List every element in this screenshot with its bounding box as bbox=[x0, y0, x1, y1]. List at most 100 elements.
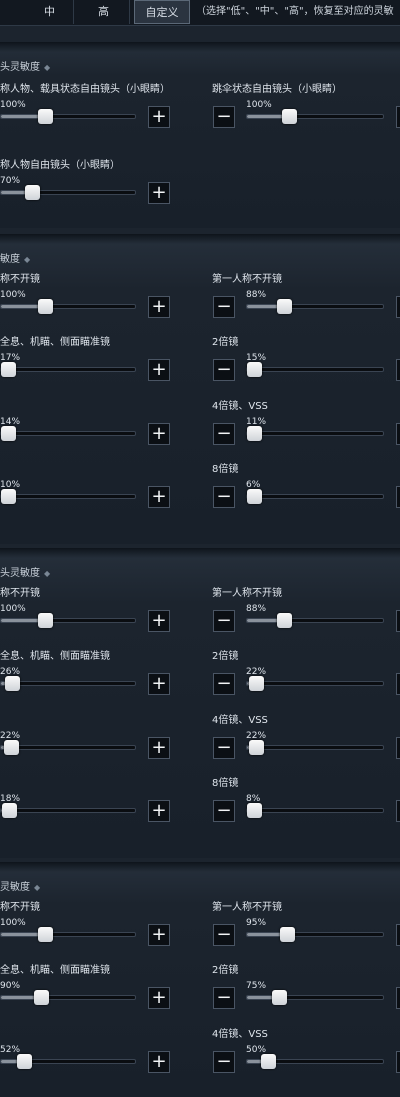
slider-handle[interactable] bbox=[282, 109, 297, 124]
decrease-button[interactable]: − bbox=[213, 673, 235, 695]
decrease-button[interactable]: − bbox=[213, 800, 235, 822]
decrease-button[interactable]: − bbox=[213, 359, 235, 381]
setting-label: 跳伞状态自由镜头（小眼睛） bbox=[212, 84, 342, 95]
slider-handle[interactable] bbox=[277, 613, 292, 628]
sensitivity-slider[interactable] bbox=[0, 109, 136, 124]
sensitivity-slider[interactable] bbox=[246, 489, 384, 504]
setting-label: 全息、机瞄、侧面瞄准镜 bbox=[0, 965, 110, 976]
slider-handle[interactable] bbox=[2, 803, 17, 818]
info-dot-icon: ◆ bbox=[34, 883, 41, 892]
sensitivity-slider[interactable] bbox=[246, 109, 384, 124]
slider-handle[interactable] bbox=[38, 927, 53, 942]
decrease-button[interactable]: − bbox=[213, 610, 235, 632]
sensitivity-slider[interactable] bbox=[0, 927, 136, 942]
decrease-button[interactable]: − bbox=[213, 106, 235, 128]
increase-button-edge[interactable] bbox=[396, 296, 400, 318]
decrease-button[interactable]: − bbox=[213, 987, 235, 1009]
top-tab-bar: 中 高 自定义 （选择"低"、"中"、"高"，恢复至对应的灵敏 bbox=[0, 0, 400, 26]
tab-custom[interactable]: 自定义 bbox=[134, 0, 190, 24]
section-title: 灵敏度 ◆ bbox=[0, 878, 40, 893]
increase-button[interactable]: + bbox=[148, 106, 170, 128]
setting-label: 称人物、载具状态自由镜头（小眼睛） bbox=[0, 84, 170, 95]
increase-button-edge[interactable] bbox=[396, 610, 400, 632]
slider-handle[interactable] bbox=[247, 803, 262, 818]
slider-handle[interactable] bbox=[38, 109, 53, 124]
slider-handle[interactable] bbox=[34, 990, 49, 1005]
increase-button-edge[interactable] bbox=[396, 673, 400, 695]
sensitivity-slider[interactable] bbox=[246, 362, 384, 377]
slider-handle[interactable] bbox=[1, 426, 16, 441]
increase-button-edge[interactable] bbox=[396, 106, 400, 128]
slider-handle[interactable] bbox=[247, 362, 262, 377]
sensitivity-slider[interactable] bbox=[246, 927, 384, 942]
info-dot-icon: ◆ bbox=[24, 255, 31, 264]
sensitivity-slider[interactable] bbox=[0, 1054, 136, 1069]
decrease-button[interactable]: − bbox=[213, 924, 235, 946]
decrease-button[interactable]: − bbox=[213, 423, 235, 445]
sensitivity-slider[interactable] bbox=[246, 426, 384, 441]
increase-button[interactable]: + bbox=[148, 1051, 170, 1073]
increase-button[interactable]: + bbox=[148, 296, 170, 318]
decrease-button[interactable]: − bbox=[213, 737, 235, 759]
tab-mid[interactable]: 中 bbox=[26, 0, 74, 24]
sensitivity-slider[interactable] bbox=[0, 740, 136, 755]
section-title: 头灵敏度 ◆ bbox=[0, 58, 50, 73]
slider-handle[interactable] bbox=[249, 676, 264, 691]
slider-handle[interactable] bbox=[17, 1054, 32, 1069]
slider-handle[interactable] bbox=[277, 299, 292, 314]
sensitivity-slider[interactable] bbox=[246, 613, 384, 628]
increase-button[interactable]: + bbox=[148, 486, 170, 508]
tab-high[interactable]: 高 bbox=[78, 0, 130, 24]
increase-button[interactable]: + bbox=[148, 610, 170, 632]
decrease-button[interactable]: − bbox=[213, 486, 235, 508]
sensitivity-slider[interactable] bbox=[0, 990, 136, 1005]
sensitivity-slider[interactable] bbox=[0, 185, 136, 200]
sensitivity-slider[interactable] bbox=[0, 676, 136, 691]
slider-handle[interactable] bbox=[247, 426, 262, 441]
sensitivity-slider[interactable] bbox=[0, 426, 136, 441]
slider-handle[interactable] bbox=[261, 1054, 276, 1069]
sensitivity-slider[interactable] bbox=[0, 362, 136, 377]
increase-button-edge[interactable] bbox=[396, 737, 400, 759]
slider-handle[interactable] bbox=[1, 489, 16, 504]
increase-button[interactable]: + bbox=[148, 182, 170, 204]
slider-handle[interactable] bbox=[280, 927, 295, 942]
slider-handle[interactable] bbox=[38, 299, 53, 314]
decrease-button[interactable]: − bbox=[213, 1051, 235, 1073]
slider-handle[interactable] bbox=[272, 990, 287, 1005]
increase-button-edge[interactable] bbox=[396, 486, 400, 508]
sensitivity-slider[interactable] bbox=[246, 299, 384, 314]
sensitivity-slider[interactable] bbox=[246, 990, 384, 1005]
decrease-button[interactable]: − bbox=[213, 296, 235, 318]
increase-button-edge[interactable] bbox=[396, 423, 400, 445]
increase-button[interactable]: + bbox=[148, 924, 170, 946]
section-title-text: 敏度 bbox=[0, 254, 20, 265]
increase-button[interactable]: + bbox=[148, 359, 170, 381]
sensitivity-slider[interactable] bbox=[0, 299, 136, 314]
sensitivity-slider[interactable] bbox=[0, 489, 136, 504]
setting-value: 100% bbox=[0, 604, 26, 614]
sensitivity-slider[interactable] bbox=[246, 1054, 384, 1069]
slider-handle[interactable] bbox=[5, 676, 20, 691]
sensitivity-slider[interactable] bbox=[0, 803, 136, 818]
increase-button-edge[interactable] bbox=[396, 359, 400, 381]
sensitivity-slider[interactable] bbox=[0, 613, 136, 628]
increase-button-edge[interactable] bbox=[396, 924, 400, 946]
slider-handle[interactable] bbox=[249, 740, 264, 755]
slider-handle[interactable] bbox=[4, 740, 19, 755]
increase-button-edge[interactable] bbox=[396, 800, 400, 822]
increase-button[interactable]: + bbox=[148, 800, 170, 822]
slider-handle[interactable] bbox=[1, 362, 16, 377]
sensitivity-slider[interactable] bbox=[246, 740, 384, 755]
slider-handle[interactable] bbox=[25, 185, 40, 200]
increase-button-edge[interactable] bbox=[396, 987, 400, 1009]
slider-handle[interactable] bbox=[38, 613, 53, 628]
increase-button[interactable]: + bbox=[148, 423, 170, 445]
increase-button[interactable]: + bbox=[148, 987, 170, 1009]
increase-button[interactable]: + bbox=[148, 737, 170, 759]
sensitivity-slider[interactable] bbox=[246, 676, 384, 691]
sensitivity-slider[interactable] bbox=[246, 803, 384, 818]
increase-button[interactable]: + bbox=[148, 673, 170, 695]
slider-handle[interactable] bbox=[247, 489, 262, 504]
increase-button-edge[interactable] bbox=[396, 1051, 400, 1073]
